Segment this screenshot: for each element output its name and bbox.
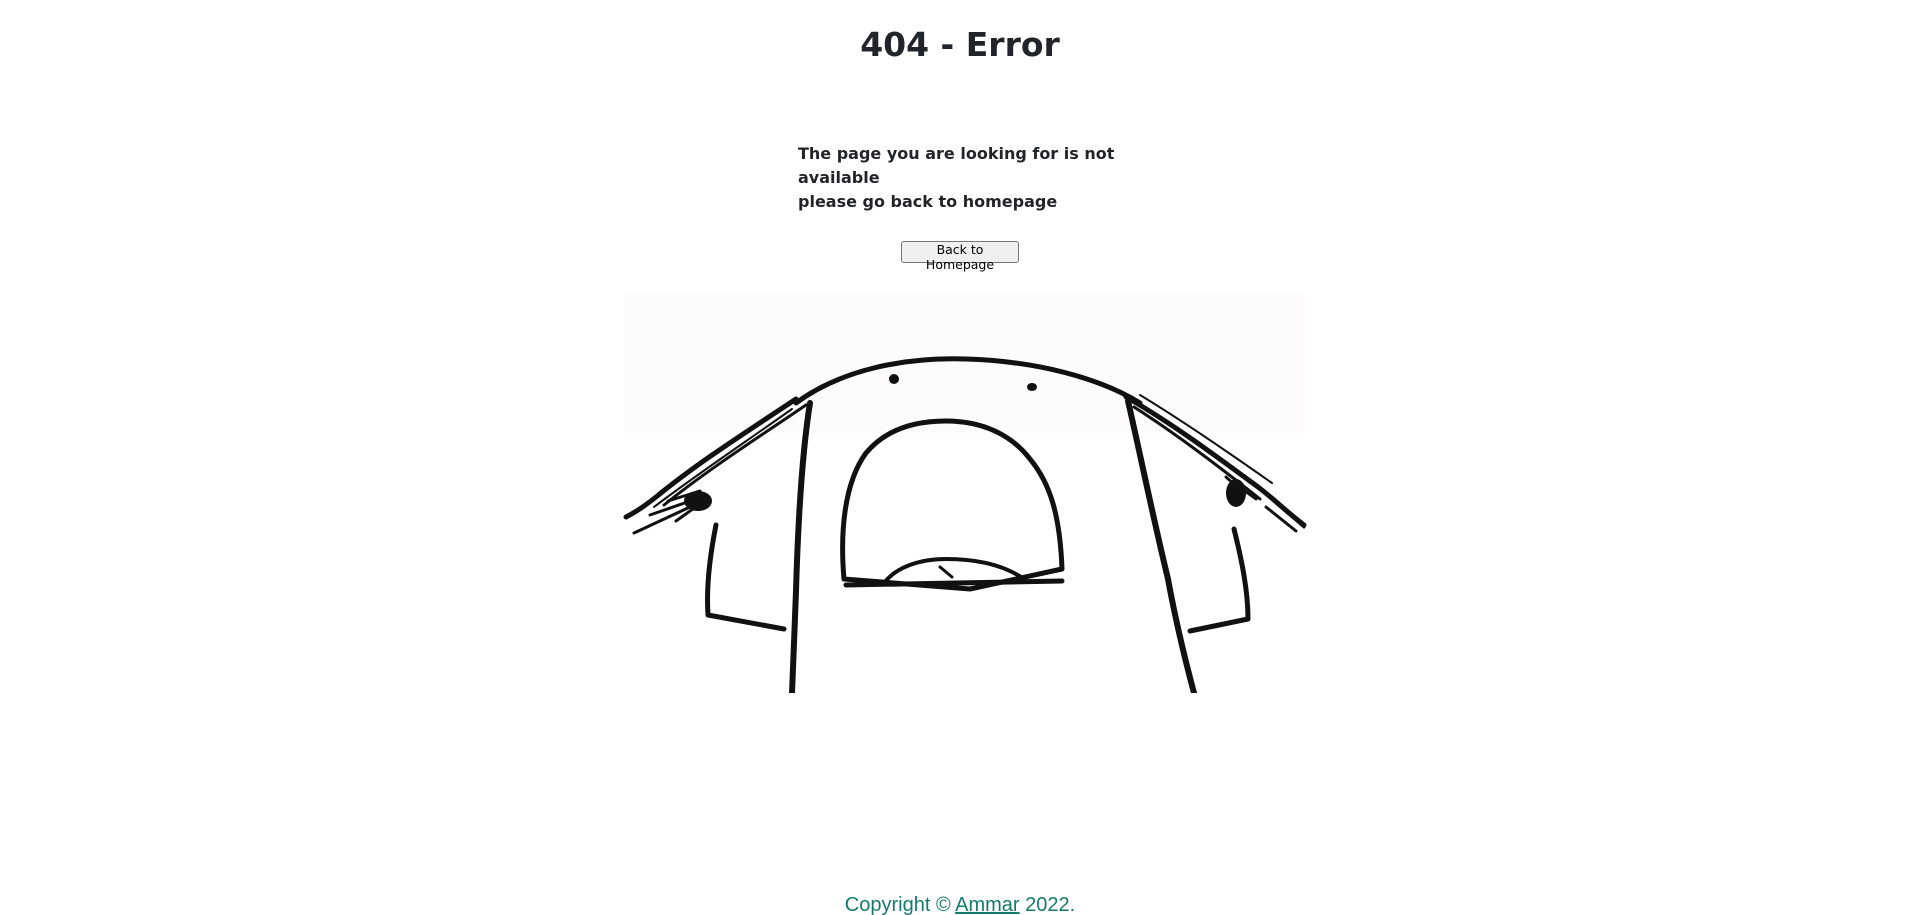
error-page: 404 - Error The page you are looking for… — [0, 0, 1920, 915]
footer-suffix: 2022. — [1019, 894, 1076, 915]
crying-face-drawing-icon — [620, 293, 1310, 693]
error-message-line-1: The page you are looking for is not avai… — [798, 144, 1115, 187]
footer-copyright: Copyright © Ammar 2022. — [0, 893, 1920, 915]
footer-prefix: Copyright © — [844, 894, 956, 915]
footer-author-link[interactable]: Ammar — [955, 894, 1019, 915]
error-message-line-2: please go back to homepage — [798, 192, 1058, 211]
page-title: 404 - Error — [860, 25, 1060, 64]
back-to-homepage-button[interactable]: Back to Homepage — [901, 241, 1019, 272]
error-message: The page you are looking for is not avai… — [798, 142, 1198, 214]
